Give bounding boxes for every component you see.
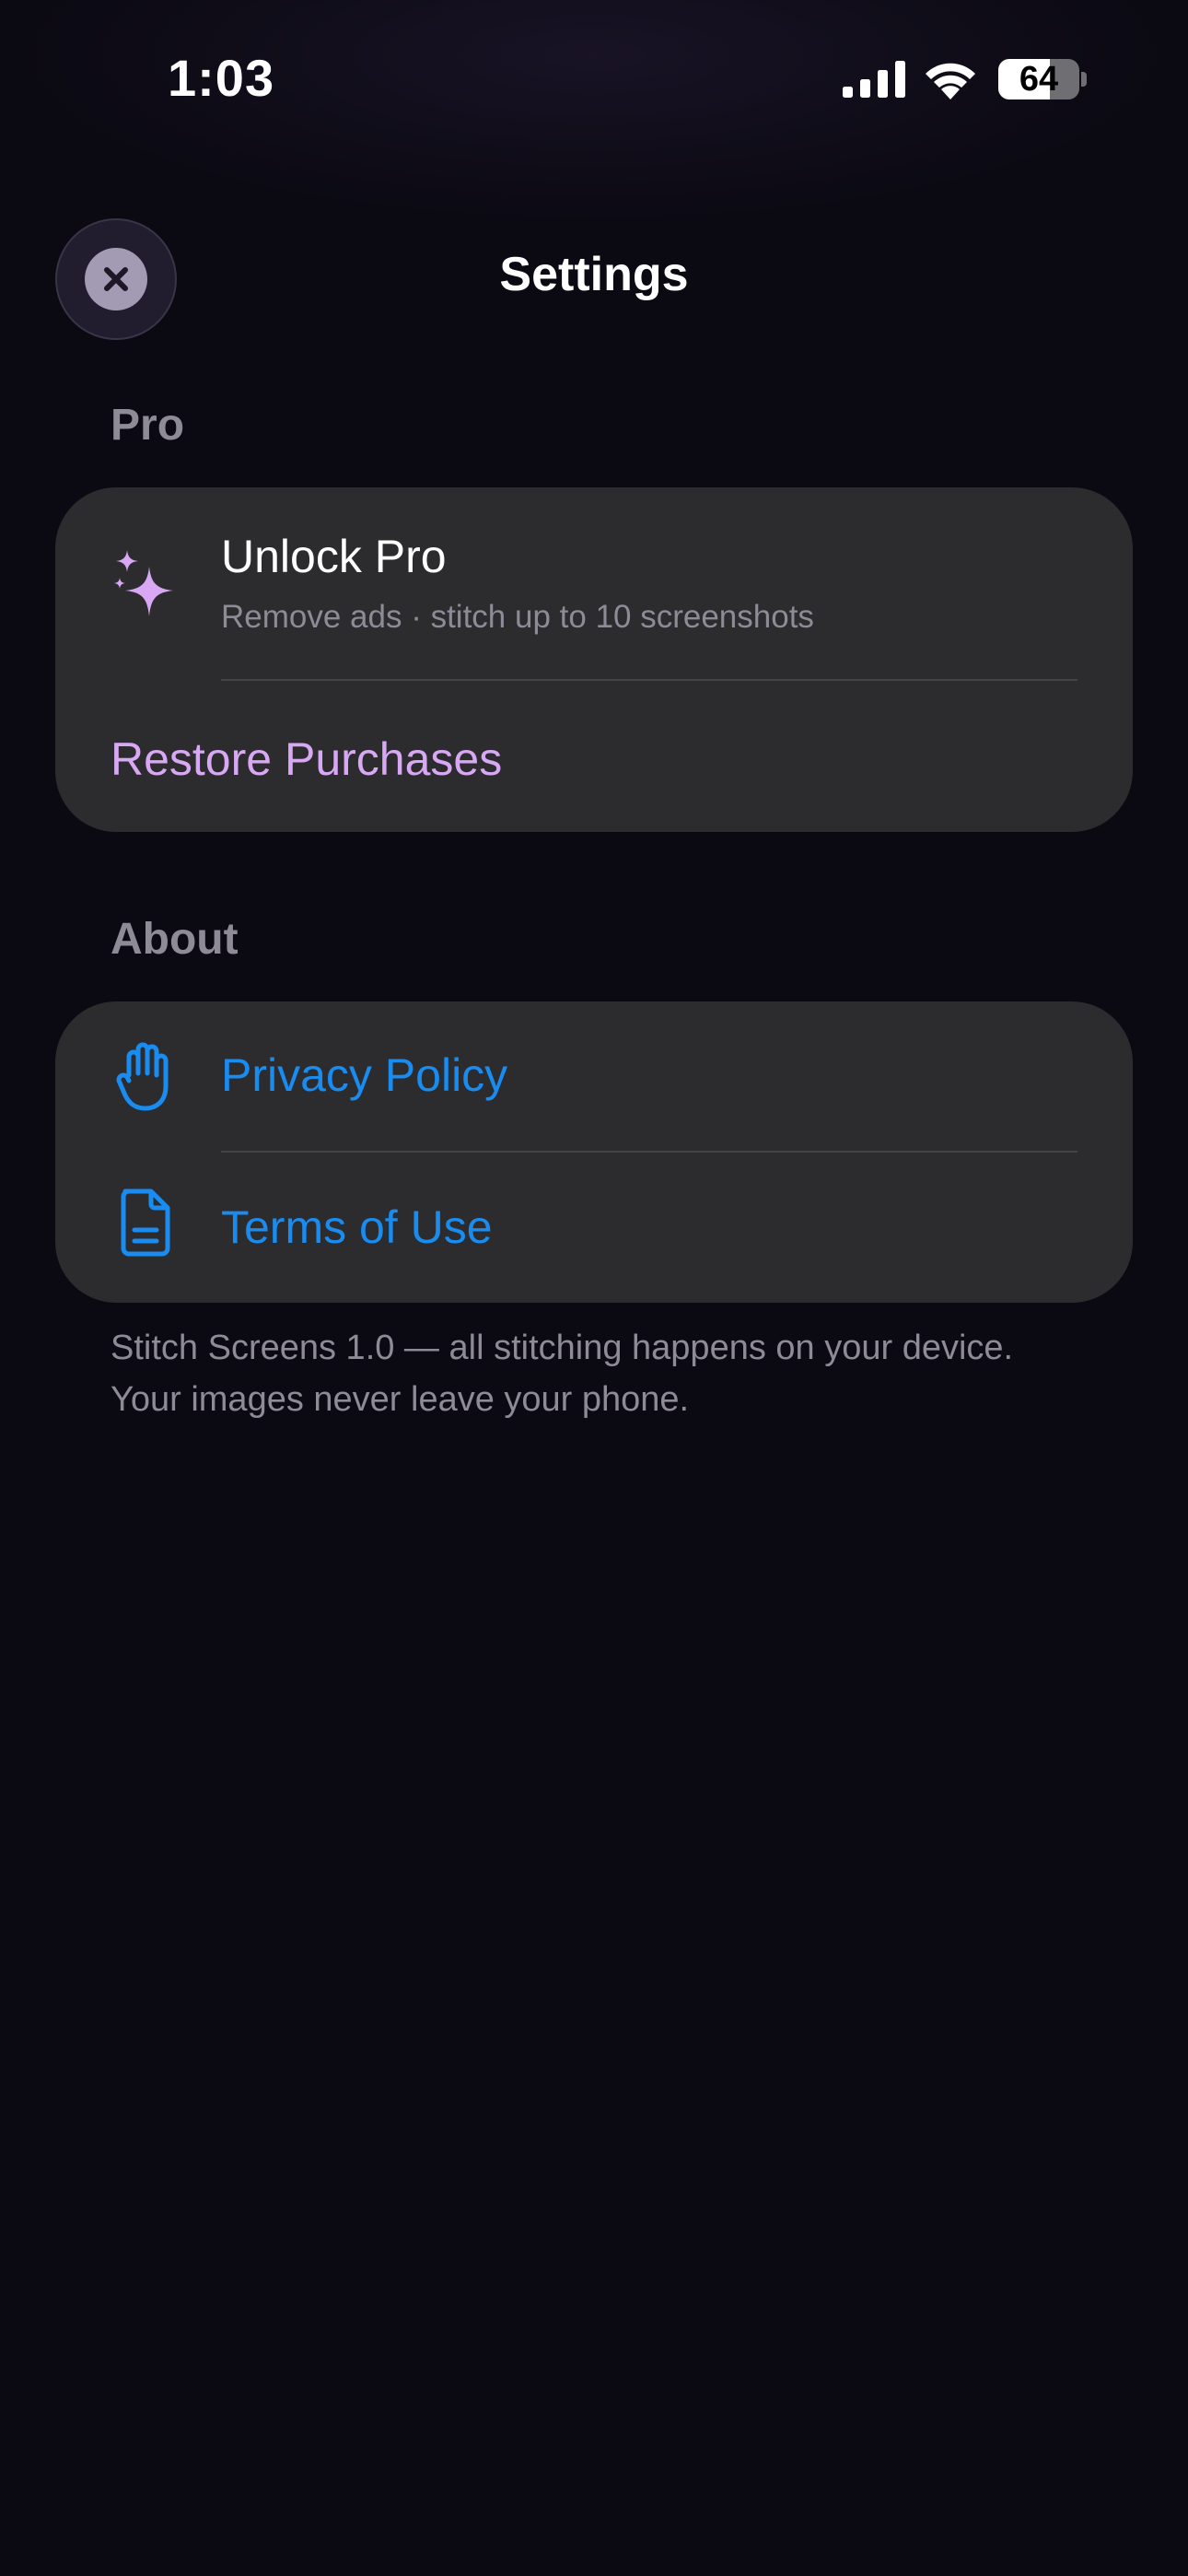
pro-card: Unlock Pro Remove ads · stitch up to 10 … — [55, 487, 1133, 832]
document-icon — [121, 1188, 170, 1257]
about-card: Privacy Policy Terms of Use — [55, 1001, 1133, 1303]
hand-raised-icon — [116, 1042, 169, 1111]
privacy-policy-label: Privacy Policy — [221, 1049, 508, 1101]
cellular-signal-icon — [843, 61, 905, 98]
restore-purchases-button[interactable]: Restore Purchases — [55, 681, 1133, 832]
footer-note: Stitch Screens 1.0 — all stitching happe… — [111, 1329, 1014, 1419]
wifi-icon — [926, 63, 975, 100]
unlock-pro-row[interactable]: Unlock Pro Remove ads · stitch up to 10 … — [55, 487, 1133, 679]
settings-screen: 1:03 64 Settings Pro Unlock Pro Remove a… — [0, 0, 1188, 2576]
terms-of-use-label: Terms of Use — [221, 1201, 493, 1253]
battery-indicator: 64 — [998, 59, 1079, 100]
privacy-policy-link[interactable]: Privacy Policy — [55, 1001, 1133, 1151]
status-bar: 1:03 64 — [0, 0, 1188, 157]
unlock-pro-title: Unlock Pro — [221, 531, 447, 582]
section-label-about: About — [111, 915, 239, 964]
sparkles-icon — [114, 550, 173, 616]
page-title: Settings — [499, 248, 689, 301]
battery-cap — [1081, 72, 1087, 87]
unlock-pro-subtitle: Remove ads · stitch up to 10 screenshots — [221, 599, 814, 635]
battery-level: 64 — [1019, 60, 1059, 99]
status-time: 1:03 — [168, 49, 275, 107]
restore-purchases-label: Restore Purchases — [111, 733, 503, 785]
terms-of-use-link[interactable]: Terms of Use — [55, 1153, 1133, 1303]
section-label-pro: Pro — [111, 401, 185, 450]
